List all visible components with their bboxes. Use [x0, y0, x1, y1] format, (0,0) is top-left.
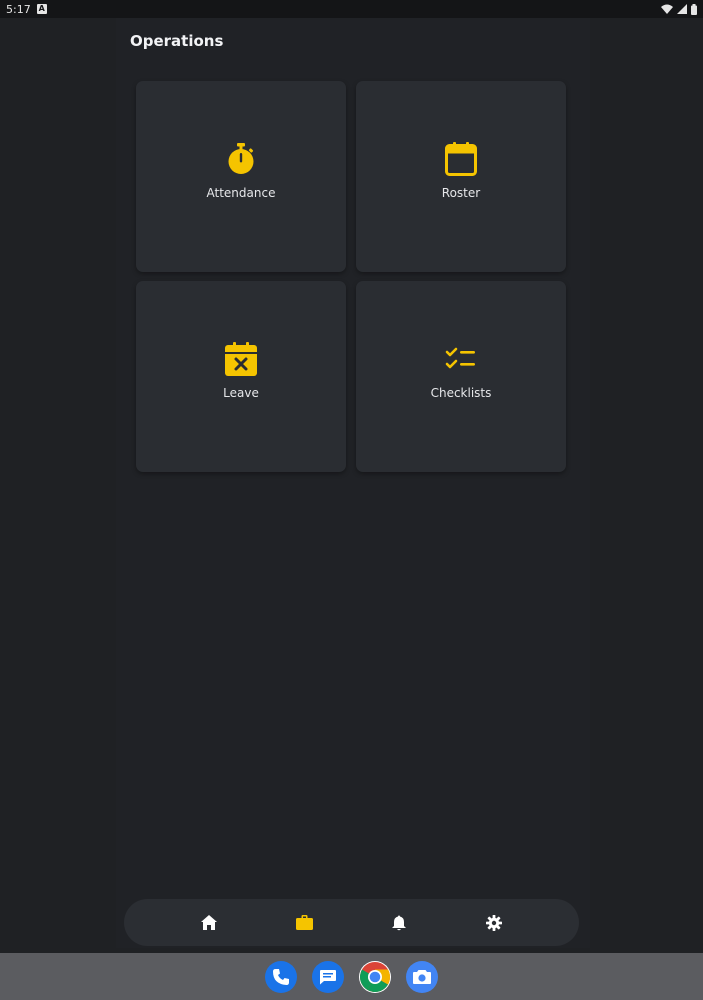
chrome-app[interactable]: [359, 960, 391, 993]
camera-app[interactable]: [406, 960, 438, 993]
nav-home[interactable]: [196, 910, 222, 936]
bottom-nav: [124, 899, 579, 946]
gear-icon: [485, 914, 502, 931]
messages-icon: [320, 969, 336, 984]
phone-app[interactable]: [265, 960, 297, 993]
nav-operations[interactable]: [291, 910, 317, 936]
home-icon: [201, 915, 218, 930]
nav-notifications[interactable]: [386, 910, 412, 936]
checklists-tile[interactable]: Checklists: [356, 281, 566, 472]
leave-tile[interactable]: Leave: [136, 281, 346, 472]
roster-tile[interactable]: Roster: [356, 81, 566, 272]
wifi-icon: [661, 4, 673, 14]
battery-icon: [691, 3, 697, 15]
page-title: Operations: [130, 32, 224, 50]
checklist-icon: [444, 342, 478, 376]
calendar-icon: [444, 142, 478, 176]
status-bar: 5:17 A: [0, 0, 703, 18]
phone-icon: [273, 968, 289, 985]
screen: 5:17 A Operations Attendance Roster Leav…: [0, 0, 703, 1000]
checklists-label: Checklists: [430, 386, 492, 400]
attendance-tile[interactable]: Attendance: [136, 81, 346, 272]
leave-label: Leave: [223, 386, 259, 400]
stopwatch-icon: [224, 142, 258, 176]
attendance-label: Attendance: [206, 186, 276, 200]
camera-icon: [413, 969, 431, 984]
app-dock: [0, 953, 703, 1000]
messages-app[interactable]: [312, 960, 344, 993]
bell-icon: [391, 915, 406, 930]
main-content: Operations Attendance Roster Leave Check…: [116, 18, 590, 948]
signal-icon: [677, 4, 687, 14]
status-time: 5:17: [6, 2, 31, 16]
nav-settings[interactable]: [481, 910, 507, 936]
briefcase-icon: [295, 915, 313, 930]
chrome-icon: [359, 961, 391, 992]
calendar-x-icon: [224, 342, 258, 376]
roster-label: Roster: [441, 186, 481, 200]
a-box-icon: A: [36, 4, 47, 14]
